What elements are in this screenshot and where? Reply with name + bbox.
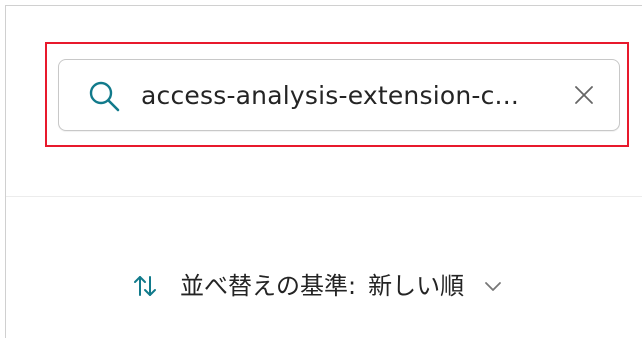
search-input[interactable]: access-analysis-extension-c...: [141, 80, 553, 112]
search-field[interactable]: access-analysis-extension-c...: [58, 59, 620, 131]
sort-label: 並べ替えの基準:: [180, 272, 357, 300]
chevron-down-icon: [485, 282, 501, 291]
sort-selected-value: 新しい順: [368, 272, 465, 300]
search-icon: [89, 81, 120, 112]
sort-dropdown[interactable]: 並べ替えの基準: 新しい順: [132, 266, 608, 306]
clear-search-button[interactable]: [567, 78, 601, 112]
close-icon: [575, 86, 593, 104]
sort-arrows-icon: [134, 276, 156, 296]
section-divider: [6, 196, 642, 197]
